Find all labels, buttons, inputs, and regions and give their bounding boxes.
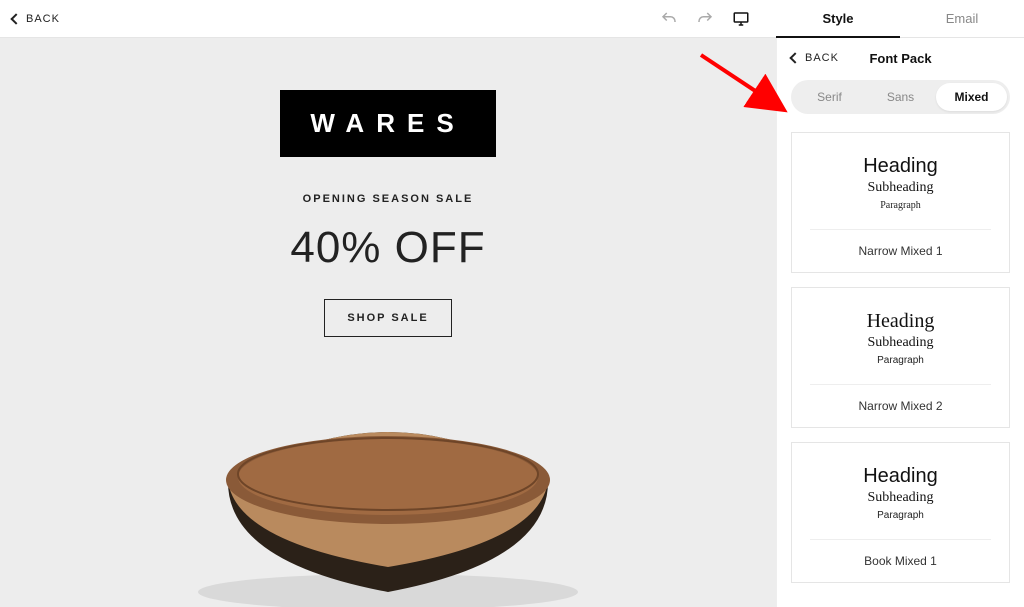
style-sidebar: BACK Font Pack Serif Sans Mixed Heading … [776, 38, 1024, 607]
segment-serif[interactable]: Serif [794, 83, 865, 111]
bowl-icon [168, 392, 608, 607]
tagline: OPENING SEASON SALE [0, 193, 776, 205]
preview-heading: Heading [802, 155, 999, 178]
font-category-segmented: Serif Sans Mixed [791, 80, 1010, 114]
card-preview: Heading Subheading Paragraph [792, 288, 1009, 384]
card-name: Narrow Mixed 2 [810, 384, 991, 427]
tab-style[interactable]: Style [776, 0, 900, 38]
redo-icon [696, 10, 714, 28]
preview-paragraph: Paragraph [802, 510, 999, 521]
sidebar-back-label: BACK [805, 52, 839, 64]
sidebar-header: BACK Font Pack [791, 52, 1010, 64]
card-preview: Heading Subheading Paragraph [792, 133, 1009, 229]
undo-button[interactable] [660, 10, 678, 28]
font-pack-card[interactable]: Heading Subheading Paragraph Narrow Mixe… [791, 132, 1010, 273]
toolbar-icons [660, 0, 750, 38]
top-back-button[interactable]: BACK [0, 13, 60, 25]
desktop-preview-button[interactable] [732, 10, 750, 28]
card-name: Book Mixed 1 [810, 539, 991, 582]
redo-button[interactable] [696, 10, 714, 28]
chevron-left-icon [789, 52, 800, 63]
undo-icon [660, 10, 678, 28]
segment-mixed[interactable]: Mixed [936, 83, 1007, 111]
preview-paragraph: Paragraph [802, 355, 999, 366]
card-name: Narrow Mixed 1 [810, 229, 991, 272]
preview-heading: Heading [802, 310, 999, 333]
preview-heading: Heading [802, 465, 999, 488]
font-pack-card[interactable]: Heading Subheading Paragraph Book Mixed … [791, 442, 1010, 583]
preview-canvas: WARES OPENING SEASON SALE 40% OFF SHOP S… [0, 38, 776, 607]
sidebar-back-button[interactable]: BACK [791, 52, 839, 64]
font-pack-card[interactable]: Heading Subheading Paragraph Narrow Mixe… [791, 287, 1010, 428]
desktop-icon [732, 10, 750, 28]
tab-email[interactable]: Email [900, 0, 1024, 38]
card-preview: Heading Subheading Paragraph [792, 443, 1009, 539]
preview-paragraph: Paragraph [802, 200, 999, 211]
back-label: BACK [26, 13, 60, 25]
preview-subheading: Subheading [802, 490, 999, 506]
preview-subheading: Subheading [802, 180, 999, 196]
canvas-content: WARES OPENING SEASON SALE 40% OFF SHOP S… [0, 38, 776, 337]
main: WARES OPENING SEASON SALE 40% OFF SHOP S… [0, 38, 1024, 607]
chevron-left-icon [10, 13, 21, 24]
topbar: BACK Style Email [0, 0, 1024, 38]
top-tabs: Style Email [776, 0, 1024, 38]
segment-sans[interactable]: Sans [865, 83, 936, 111]
preview-subheading: Subheading [802, 335, 999, 351]
discount-text: 40% OFF [0, 223, 776, 273]
logo: WARES [280, 90, 495, 157]
shop-sale-button[interactable]: SHOP SALE [324, 299, 451, 337]
product-image [168, 392, 608, 607]
